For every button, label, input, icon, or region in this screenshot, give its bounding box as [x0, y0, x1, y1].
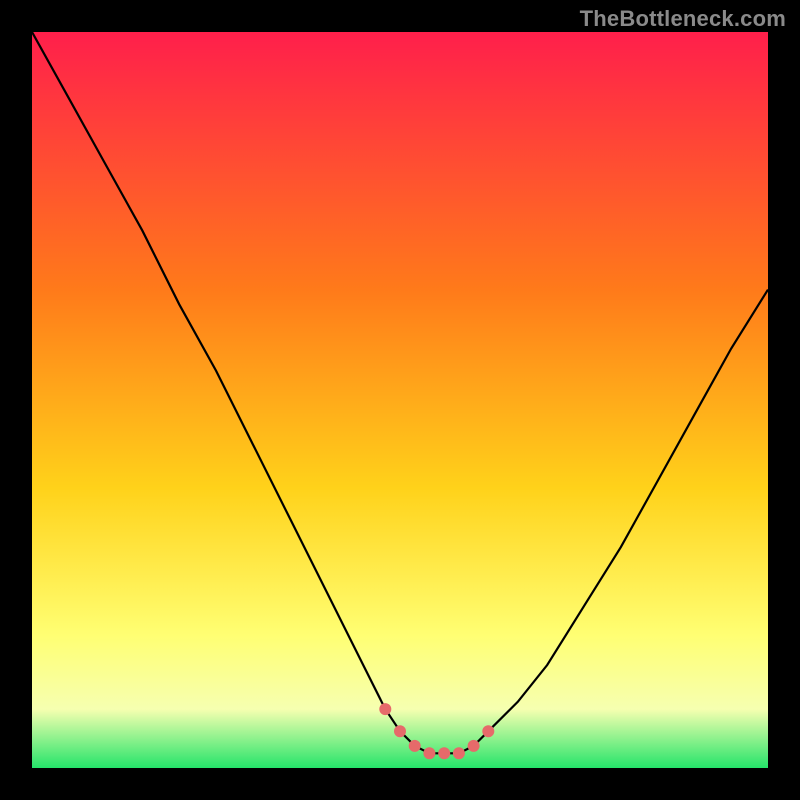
- gradient-background: [32, 32, 768, 768]
- plot-area: [32, 32, 768, 768]
- sweet-spot-marker: [453, 747, 465, 759]
- sweet-spot-marker: [379, 703, 391, 715]
- chart-frame: TheBottleneck.com: [0, 0, 800, 800]
- sweet-spot-marker: [409, 740, 421, 752]
- sweet-spot-marker: [438, 747, 450, 759]
- chart-svg: [32, 32, 768, 768]
- sweet-spot-marker: [468, 740, 480, 752]
- sweet-spot-marker: [482, 725, 494, 737]
- sweet-spot-marker: [394, 725, 406, 737]
- watermark-text: TheBottleneck.com: [580, 6, 786, 32]
- sweet-spot-marker: [423, 747, 435, 759]
